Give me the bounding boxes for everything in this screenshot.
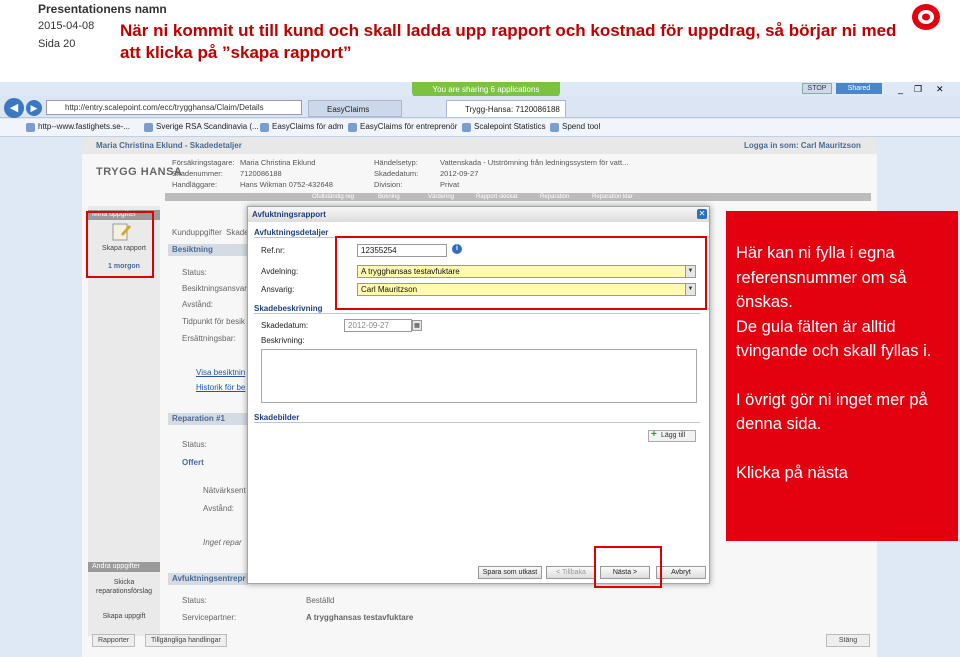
workflow-progress xyxy=(165,193,871,201)
forward-icon[interactable]: ▶ xyxy=(26,100,42,116)
favorite-item[interactable]: EasyClaims för adm xyxy=(260,122,344,132)
callout-text: Klicka på nästa xyxy=(736,463,848,482)
progress-step: Värdering xyxy=(428,194,455,200)
slide: Presentationens namn 2015-04-08 Sida 20 … xyxy=(0,0,960,657)
offer-label: Offert xyxy=(182,458,204,467)
field-value: A trygghansas testavfuktare xyxy=(306,613,414,622)
shared-button[interactable]: Shared xyxy=(836,83,882,94)
callout-text: I övrigt gör ni inget mer på denna sida. xyxy=(736,390,928,434)
minimize-icon[interactable]: _ xyxy=(898,84,903,94)
nav-section-other-tasks: Andra uppgifter xyxy=(88,562,160,572)
field-label: Försäkringstagare: xyxy=(172,158,235,167)
field-label: Nätvärksent xyxy=(203,486,246,495)
field-label: Inget repar xyxy=(203,538,242,547)
favorite-item[interactable]: Sverige RSA Scandinavia (... xyxy=(144,122,259,132)
calendar-icon[interactable]: ▦ xyxy=(412,320,422,331)
progress-step: Rapport skickat xyxy=(476,194,518,200)
field-label: Skadedatum: xyxy=(374,169,419,178)
callout-text: De gula fälten är alltid tvingande och s… xyxy=(736,317,932,361)
slide-heading: När ni kommit ut till kund och skall lad… xyxy=(120,21,897,62)
refnr-label: Ref.nr: xyxy=(261,246,286,255)
brand-logo: TRYGG HANSA xyxy=(96,166,183,178)
callout-text: Här kan ni fylla i egna referensnummer o… xyxy=(736,244,907,311)
section-inspection: Besiktning xyxy=(168,244,248,256)
progress-step: Bokning xyxy=(378,194,400,200)
app-title-bar: Maria Christina Eklund - Skadedetaljer L… xyxy=(82,138,877,154)
field-label: Skadenummer: xyxy=(172,169,223,178)
field-label: Avstånd: xyxy=(203,504,234,513)
field-label: Status: xyxy=(182,596,207,605)
field-label: Avstånd: xyxy=(182,300,213,309)
section-dehumidification-contractor: Avfuktningsentrepr xyxy=(168,573,248,585)
description-label: Beskrivning: xyxy=(261,336,305,345)
close-dialog-icon[interactable]: ✕ xyxy=(697,209,707,219)
favorites-bar: http--www.fastighets.se-... Sverige RSA … xyxy=(0,119,960,137)
section-repair: Reparation #1 xyxy=(168,413,248,425)
field-label: Händelsetyp: xyxy=(374,158,418,167)
tab-easyclaims[interactable]: EasyClaims xyxy=(308,100,402,117)
show-inspection-link[interactable]: Visa besiktnin xyxy=(196,368,245,377)
trygg-hansa-logo-icon xyxy=(912,4,940,30)
tab-damage[interactable]: Skade xyxy=(226,228,249,237)
dialog-title: Avfuktningsrapport xyxy=(248,207,709,222)
field-value: 7120086188 xyxy=(240,169,282,178)
field-label: Ersättningsbar: xyxy=(182,334,236,343)
section-damage-images: Skadebilder xyxy=(254,413,700,423)
field-label: Status: xyxy=(182,268,207,277)
back-button[interactable]: < Tillbaka xyxy=(546,566,596,579)
send-repair-proposal-link[interactable]: Skicka reparationsförslag xyxy=(88,578,160,596)
address-bar[interactable]: http://entry.scalepoint.com/ecc/trygghan… xyxy=(46,100,302,115)
field-value: Privat xyxy=(440,180,460,189)
reports-button[interactable]: Rapporter xyxy=(92,634,136,647)
progress-step: Ofullständig reg xyxy=(312,194,355,200)
field-label: Tidpunkt för besik xyxy=(182,317,245,326)
instruction-callout: Här kan ni fylla i egna referensnummer o… xyxy=(726,211,958,541)
highlight-required-fields xyxy=(335,236,707,310)
field-value: Maria Christina Eklund xyxy=(240,158,316,167)
presentation-name: Presentationens namn xyxy=(38,2,167,16)
damage-date-input[interactable]: 2012-09-27 xyxy=(344,319,412,332)
highlight-create-report xyxy=(86,211,154,278)
available-documents-button[interactable]: Tillgängliga handlingar xyxy=(145,634,227,647)
progress-step: Reparation klar xyxy=(592,194,633,200)
create-task-link[interactable]: Skapa uppgift xyxy=(88,612,160,621)
field-value: Hans Wikman 0752-432648 xyxy=(240,180,333,189)
highlight-next-button xyxy=(594,546,662,588)
inspection-history-link[interactable]: Historik för be xyxy=(196,383,245,392)
field-value: Vattenskada - Utströmning från ledningss… xyxy=(440,158,629,167)
tab-trygg-hansa[interactable]: Trygg-Hansa: 7120086188 xyxy=(446,100,566,117)
favorite-item[interactable]: Spend tool xyxy=(550,122,600,132)
department-label: Avdelning: xyxy=(261,267,299,276)
stop-sharing-button[interactable]: STOP xyxy=(802,83,832,94)
restore-icon[interactable]: ❐ xyxy=(914,84,922,95)
responsible-label: Ansvarig: xyxy=(261,285,295,294)
slide-page-number: Sida 20 xyxy=(38,38,76,50)
save-draft-button[interactable]: Spara som utkast xyxy=(478,566,542,579)
close-window-icon[interactable]: ✕ xyxy=(936,84,944,95)
description-textarea[interactable] xyxy=(261,349,697,403)
field-label: Division: xyxy=(374,180,403,189)
back-icon[interactable]: ◀ xyxy=(4,98,24,118)
close-button[interactable]: Stäng xyxy=(826,634,870,647)
favorite-item[interactable]: Scalepoint Statistics xyxy=(462,122,546,132)
favorite-item[interactable]: EasyClaims för entreprenör xyxy=(348,122,457,132)
field-value: 2012-09-27 xyxy=(440,169,479,178)
field-value: Beställd xyxy=(306,596,335,605)
app-title: Maria Christina Eklund - Skadedetaljer xyxy=(96,141,242,150)
login-text[interactable]: Logga in som: Carl Mauritzson xyxy=(744,138,861,154)
progress-step: Reparation xyxy=(540,194,570,200)
damage-date-label: Skadedatum: xyxy=(261,321,309,330)
tab-customer-details[interactable]: Kunduppgifter xyxy=(172,228,222,237)
slide-date: 2015-04-08 xyxy=(38,20,95,32)
field-label: Handläggare: xyxy=(172,180,218,189)
add-image-button[interactable]: Lägg till xyxy=(648,430,696,442)
field-label: Servicepartner: xyxy=(182,613,237,622)
field-label: Besiktningsansvar xyxy=(182,284,247,293)
favorite-item[interactable]: http--www.fastighets.se-... xyxy=(26,122,130,132)
field-label: Status: xyxy=(182,440,207,449)
cancel-button[interactable]: Avbryt xyxy=(656,566,706,579)
